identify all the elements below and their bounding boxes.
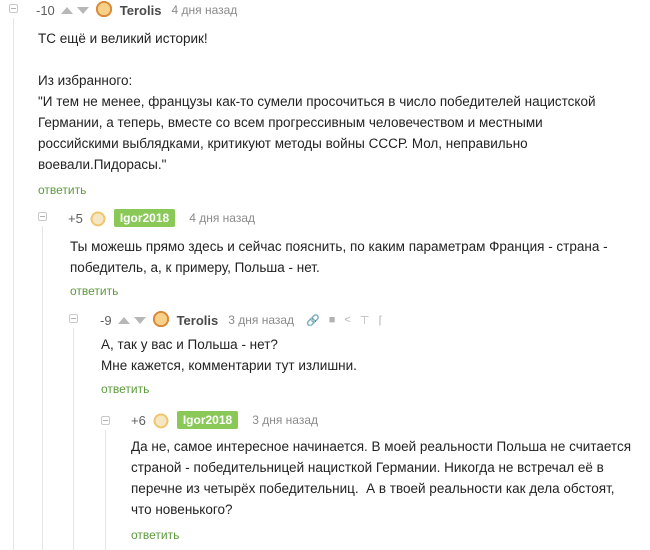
author-name[interactable]: Terolis [120,3,162,18]
rating-value: -10 [36,2,55,18]
reply-link[interactable]: ответить [131,528,179,542]
timestamp[interactable]: 3 дня назад [228,313,294,327]
reply-link[interactable]: ответить [38,183,86,197]
thread-line[interactable] [13,18,14,550]
downvote-icon[interactable] [133,316,146,324]
rating-value: +5 [68,210,83,226]
collapse-toggle[interactable] [69,314,78,323]
collapse-toggle[interactable] [9,4,18,13]
avatar[interactable] [88,209,107,227]
comment-header: -10 Terolis 4 дня назад [36,0,237,20]
comment-header: -9 Terolis 3 дня назад 🔗 ■ < ⊤ ⌈ [100,310,383,330]
avatar[interactable] [94,1,113,19]
thread-line[interactable] [73,328,74,550]
share-icon[interactable]: < [344,314,350,326]
comment-text: А, так у вас и Польша - нет? Мне кажется… [101,337,357,373]
pin-icon[interactable]: ⊤ [360,314,370,327]
collapse-toggle[interactable] [38,212,47,221]
thread-line[interactable] [42,226,43,550]
comment-header: +6 Igor2018 3 дня назад [131,410,318,430]
reply-link[interactable]: ответить [101,382,149,396]
author-name[interactable]: Terolis [177,313,219,328]
link-icon[interactable]: 🔗 [306,314,320,327]
rating-value: +6 [131,412,146,428]
upvote-icon[interactable] [117,316,130,324]
reply-link[interactable]: ответить [70,284,118,298]
upvote-icon[interactable] [60,6,73,14]
comment-tools: 🔗 ■ < ⊤ ⌈ [306,314,383,327]
timestamp[interactable]: 4 дня назад [189,211,255,225]
avatar[interactable] [151,311,170,329]
collapse-toggle[interactable] [101,416,110,425]
author-badge[interactable]: Igor2018 [176,411,239,429]
thread-line[interactable] [105,430,106,550]
timestamp[interactable]: 4 дня назад [171,3,237,17]
comment-text: Ты можешь прямо здесь и сейчас пояснить,… [70,239,608,275]
save-icon[interactable]: ■ [329,314,336,326]
author-badge[interactable]: Igor2018 [113,209,176,227]
comment-text: Да не, самое интересное начинается. В мо… [131,439,632,517]
rating-value: -9 [100,312,112,328]
comment-text: ТС ещё и великий историк! Из избранного:… [38,31,596,172]
timestamp[interactable]: 3 дня назад [252,413,318,427]
comment-header: +5 Igor2018 4 дня назад [68,208,255,228]
downvote-icon[interactable] [76,6,89,14]
avatar[interactable] [151,411,170,429]
more-icon[interactable]: ⌈ [378,314,382,327]
